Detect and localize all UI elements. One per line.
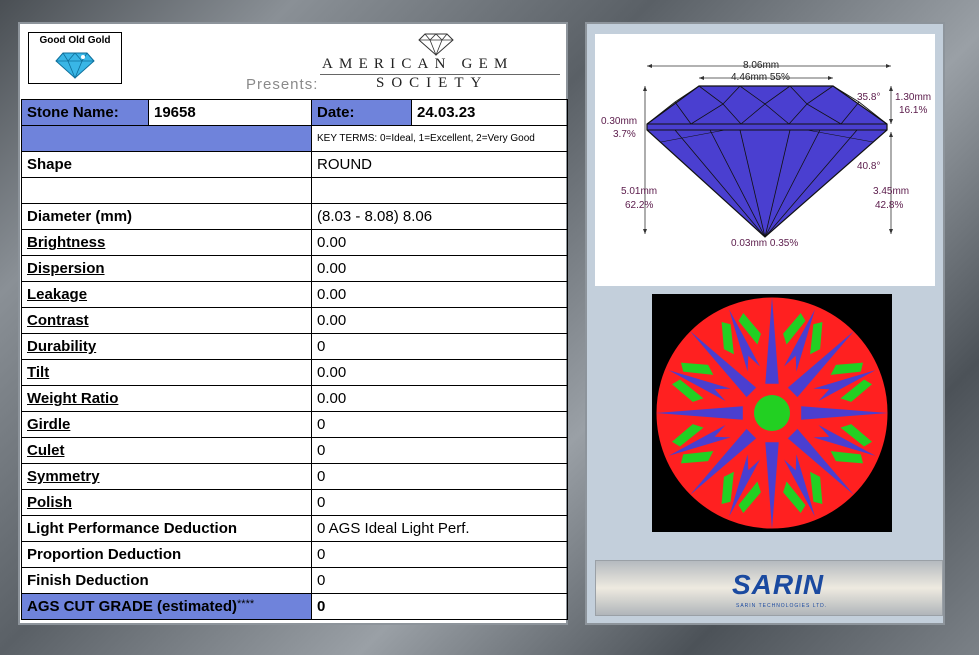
row-label-polish: Polish xyxy=(21,489,312,516)
sarin-logo: SARIN xyxy=(732,569,825,600)
table-row: Dispersion 0.00 xyxy=(21,255,568,282)
key-terms-spacer xyxy=(21,125,312,152)
row-value-polish: 0 xyxy=(311,489,568,516)
row-label-shape: Shape xyxy=(21,151,312,178)
row-value-finish-deduction: 0 xyxy=(311,567,568,594)
total-depth-pct-label: 62.2% xyxy=(625,200,654,211)
row-value-contrast: 0.00 xyxy=(311,307,568,334)
row-value-weight-ratio: 0.00 xyxy=(311,385,568,412)
crown-height-mm-label: 1.30mm xyxy=(895,92,932,103)
diamond-profile-shape xyxy=(646,85,888,238)
row-label-durability: Durability xyxy=(21,333,312,360)
table-row: Symmetry 0 xyxy=(21,463,568,490)
report-header: Good Old Gold Presents: AMERICAN GEM SOC… xyxy=(20,24,566,98)
row-label-culet: Culet xyxy=(21,437,312,464)
date-label: Date: xyxy=(311,99,412,126)
culet-label: 0.03mm 0.35% xyxy=(731,238,799,249)
table-row: Polish 0 xyxy=(21,489,568,516)
table-row: Contrast 0.00 xyxy=(21,307,568,334)
cut-grade-row: AGS CUT GRADE (estimated)**** 0 xyxy=(21,593,568,620)
diameter-label: 8.06mm xyxy=(743,60,780,71)
table-row: Proportion Deduction 0 xyxy=(21,541,568,568)
diamond-visuals-panel: 8.06mm 4.46mm 55% 35.8° 1.30mm 16.1% 0.3… xyxy=(585,22,945,625)
row-label-blank xyxy=(21,177,312,204)
row-label-proportion-deduction: Proportion Deduction xyxy=(21,541,312,568)
grading-report-panel: Good Old Gold Presents: AMERICAN GEM SOC… xyxy=(18,22,568,625)
table-row: Weight Ratio 0.00 xyxy=(21,385,568,412)
cut-grade-value: 0 xyxy=(311,593,568,620)
table-row: Light Performance Deduction 0 AGS Ideal L… xyxy=(21,515,568,542)
cut-grade-label: AGS CUT GRADE (estimated)**** xyxy=(21,593,312,620)
girdle-pct-label: 3.7% xyxy=(613,129,636,140)
ideal-scope-pattern xyxy=(656,297,888,529)
row-label-light-performance-deduction: Light Performance Deduction xyxy=(21,515,312,542)
ags-diamond-icon xyxy=(418,33,454,56)
key-terms: KEY TERMS: 0=Ideal, 1=Excellent, 2=Very … xyxy=(311,125,568,152)
table-row xyxy=(21,177,568,204)
row-value-durability: 0 xyxy=(311,333,568,360)
row-value-brightness: 0.00 xyxy=(311,229,568,256)
row-label-diameter-mm: Diameter (mm) xyxy=(21,203,312,230)
cut-grade-stars: **** xyxy=(237,598,255,610)
proportions-diagram: 8.06mm 4.46mm 55% 35.8° 1.30mm 16.1% 0.3… xyxy=(595,34,935,286)
table-row: Finish Deduction 0 xyxy=(21,567,568,594)
row-label-leakage: Leakage xyxy=(21,281,312,308)
row-value-proportion-deduction: 0 xyxy=(311,541,568,568)
table-row: Culet 0 xyxy=(21,437,568,464)
logo-text: Good Old Gold xyxy=(39,35,111,46)
row-value-diameter-mm: (8.03 - 8.08) 8.06 xyxy=(311,203,568,230)
scope-table-center xyxy=(754,395,790,431)
row-value-leakage: 0.00 xyxy=(311,281,568,308)
ideal-scope-image xyxy=(652,294,892,532)
sarin-banner: SARIN SARIN TECHNOLOGIES LTD. xyxy=(595,560,943,616)
cut-grade-label-text: AGS CUT GRADE (estimated) xyxy=(27,598,238,615)
date-value: 24.03.23 xyxy=(411,99,568,126)
table-row: Durability 0 xyxy=(21,333,568,360)
total-depth-mm-label: 5.01mm xyxy=(621,186,658,197)
table-row: Tilt 0.00 xyxy=(21,359,568,386)
stone-info-row: Stone Name: 19658 Date: 24.03.23 xyxy=(21,99,568,126)
crown-height-pct-label: 16.1% xyxy=(899,105,928,116)
row-value-blank xyxy=(311,177,568,204)
row-value-culet: 0 xyxy=(311,437,568,464)
row-value-shape: ROUND xyxy=(311,151,568,178)
table-row: Leakage 0.00 xyxy=(21,281,568,308)
table-row: Diameter (mm) (8.03 - 8.08) 8.06 xyxy=(21,203,568,230)
row-value-light-performance-deduction: 0 AGS Ideal Light Perf. xyxy=(311,515,568,542)
girdle-mm-label: 0.30mm xyxy=(601,116,638,127)
sarin-tagline: SARIN TECHNOLOGIES LTD. xyxy=(736,603,828,609)
row-label-weight-ratio: Weight Ratio xyxy=(21,385,312,412)
stone-name-label: Stone Name: xyxy=(21,99,149,126)
table-label: 4.46mm 55% xyxy=(731,72,790,83)
row-value-dispersion: 0.00 xyxy=(311,255,568,282)
row-value-girdle: 0 xyxy=(311,411,568,438)
ags-name-line2: SOCIETY xyxy=(376,75,489,91)
row-label-girdle: Girdle xyxy=(21,411,312,438)
table-row: Brightness 0.00 xyxy=(21,229,568,256)
ags-name-line1: AMERICAN GEM xyxy=(322,56,514,72)
stone-name-value: 19658 xyxy=(148,99,312,126)
row-label-brightness: Brightness xyxy=(21,229,312,256)
presents-label: Presents: xyxy=(246,76,319,93)
row-label-finish-deduction: Finish Deduction xyxy=(21,567,312,594)
good-old-gold-logo: Good Old Gold xyxy=(28,32,122,84)
table-row: Girdle 0 xyxy=(21,411,568,438)
grading-table: Stone Name: 19658 Date: 24.03.23 KEY TER… xyxy=(21,99,568,620)
diamond-logo-icon xyxy=(55,52,95,79)
pavilion-depth-pct-label: 42.8% xyxy=(875,200,904,211)
row-label-tilt: Tilt xyxy=(21,359,312,386)
key-terms-row: KEY TERMS: 0=Ideal, 1=Excellent, 2=Very … xyxy=(21,125,568,152)
crown-angle-label: 35.8° xyxy=(857,92,881,103)
row-label-dispersion: Dispersion xyxy=(21,255,312,282)
row-label-symmetry: Symmetry xyxy=(21,463,312,490)
pavilion-depth-mm-label: 3.45mm xyxy=(873,186,910,197)
row-label-contrast: Contrast xyxy=(21,307,312,334)
table-row: Shape ROUND xyxy=(21,151,568,178)
row-value-symmetry: 0 xyxy=(311,463,568,490)
pavilion-angle-label: 40.8° xyxy=(857,161,881,172)
row-value-tilt: 0.00 xyxy=(311,359,568,386)
ideal-scope-svg xyxy=(655,296,889,530)
